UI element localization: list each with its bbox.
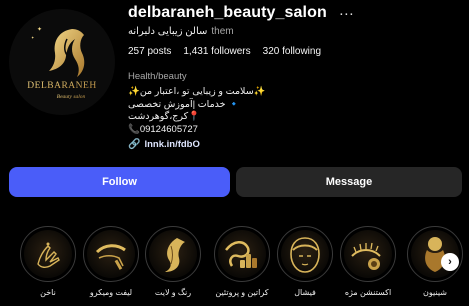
highlight-ring [214, 226, 270, 282]
message-button[interactable]: Message [236, 167, 462, 197]
highlight-label: کراتین و پروتئین [215, 288, 269, 297]
chevron-right-icon: › [448, 256, 452, 268]
svg-text:✦: ✦ [31, 35, 35, 40]
eyelash-icon [344, 230, 392, 278]
category-label: Health/beauty [128, 71, 187, 82]
highlight-lash-extension[interactable]: اکستنشن مژه [337, 226, 399, 297]
username: delbaraneh_beauty_salon [128, 4, 327, 21]
nail-hand-icon [24, 230, 72, 278]
bio-line: ✨سلامت و زیبایی تو ،اعتبار من✨ [128, 86, 266, 98]
more-options-icon[interactable]: ··· [339, 6, 354, 21]
bio-link[interactable]: 🔗 lnnk.in/fdbO [128, 139, 378, 151]
highlights-next-button[interactable]: › [441, 253, 459, 271]
link-icon: 🔗 [128, 139, 141, 151]
hair-color-icon [149, 230, 197, 278]
full-name-row: سالن زیبایی دلبرانه them [128, 26, 234, 37]
highlight-ring [145, 226, 201, 282]
full-name: سالن زیبایی دلبرانه [128, 26, 208, 37]
posts-count: 257 posts [128, 46, 172, 57]
highlight-label: رنگ و لایت [154, 288, 192, 297]
highlight-ring [83, 226, 139, 282]
pronouns: them [211, 26, 234, 37]
story-highlights: ناخن لیفت ومیکرو رنگ و لایت کراتین و پرو… [0, 226, 469, 306]
svg-text:✦: ✦ [37, 26, 42, 33]
profile-stats: 257 posts 1,431 followers 320 following [128, 46, 321, 57]
follow-button[interactable]: Follow [9, 167, 230, 197]
avatar-logo-text: DELBARANEH [27, 81, 96, 91]
highlight-label: شینیون [423, 288, 447, 297]
bio-line: 🔹 خدمات |آموزش تخصصی [128, 98, 240, 110]
following-count[interactable]: 320 following [263, 46, 321, 57]
highlight-hair-color[interactable]: رنگ و لایت [142, 226, 204, 297]
highlight-brow-lift[interactable]: لیفت ومیکرو [80, 226, 142, 297]
highlight-facial[interactable]: فیشال [274, 226, 336, 297]
bio-line: 📞09124605727 [128, 123, 198, 135]
avatar[interactable]: ✦ ✦ DELBARANEH Beauty salon [9, 9, 115, 115]
bio: Health/beauty ✨سلامت و زیبایی تو ،اعتبار… [128, 71, 378, 151]
bio-link-text[interactable]: lnnk.in/fdbO [144, 139, 199, 151]
facial-icon [281, 230, 329, 278]
highlight-nails[interactable]: ناخن [17, 226, 79, 297]
highlight-label: فیشال [294, 288, 316, 297]
highlight-ring [340, 226, 396, 282]
username-row: delbaraneh_beauty_salon ··· [128, 4, 354, 22]
highlight-ring [20, 226, 76, 282]
bio-line: 📍کرج،گوهردشت [128, 111, 200, 123]
highlight-label: لیفت ومیکرو [89, 288, 133, 297]
highlight-label: اکستنشن مژه [344, 288, 392, 297]
highlight-label: ناخن [40, 288, 56, 297]
avatar-logo-subtext: Beauty salon [57, 94, 86, 100]
keratin-products-icon [218, 230, 266, 278]
eyebrow-icon [87, 230, 135, 278]
highlight-ring [277, 226, 333, 282]
highlight-keratin[interactable]: کراتین و پروتئین [211, 226, 273, 297]
followers-count[interactable]: 1,431 followers [183, 46, 250, 57]
